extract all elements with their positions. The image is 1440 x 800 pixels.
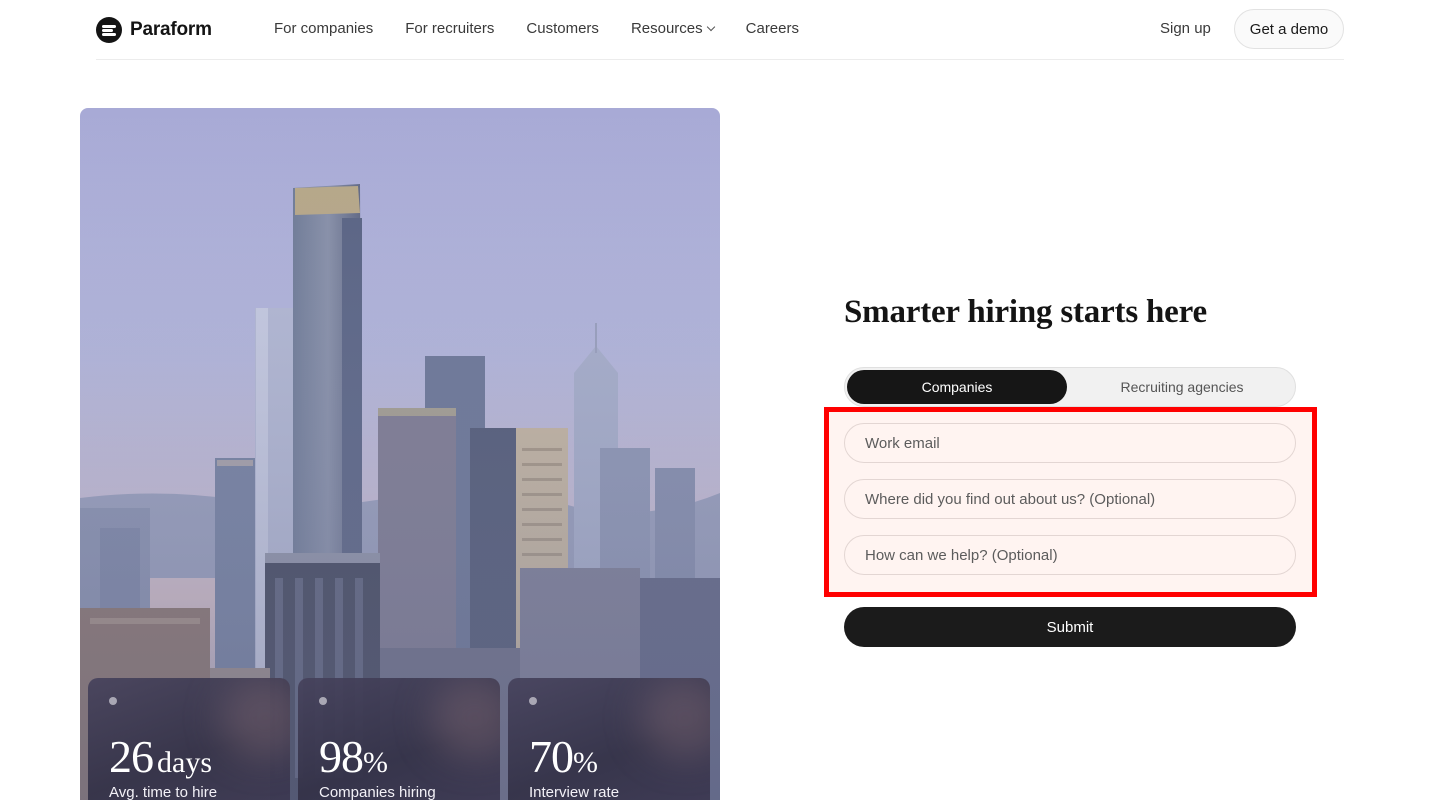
stat-value: 98% <box>319 731 388 782</box>
chevron-down-icon <box>706 22 715 32</box>
tab-recruiting-agencies[interactable]: Recruiting agencies <box>1071 370 1293 404</box>
nav-link-customers[interactable]: Customers <box>526 20 599 37</box>
brand-logo[interactable]: Paraform <box>96 17 212 43</box>
bullet-dot-icon <box>319 697 327 705</box>
nav-dropdown-resources[interactable]: Resources <box>630 20 715 37</box>
nav-links: For companies For recruiters Customers R… <box>274 20 799 37</box>
top-nav: Paraform For companies For recruiters Cu… <box>96 0 1344 60</box>
get-a-demo-button[interactable]: Get a demo <box>1234 9 1344 49</box>
stat-label: Companies hiring <box>319 784 436 800</box>
nav-link-for-companies[interactable]: For companies <box>274 20 373 37</box>
how-can-we-help-input[interactable] <box>844 535 1296 575</box>
stat-card-interview-rate: 70% Interview rate <box>508 678 710 800</box>
referral-source-input[interactable] <box>844 479 1296 519</box>
stat-card-companies-hiring: 98% Companies hiring <box>298 678 500 800</box>
nav-link-resources-label: Resources <box>630 20 703 37</box>
stat-value: 26 days <box>109 731 212 782</box>
nav-link-for-recruiters[interactable]: For recruiters <box>405 20 494 37</box>
bullet-dot-icon <box>529 697 537 705</box>
brand-name: Paraform <box>130 19 212 40</box>
page-title: Smarter hiring starts here <box>844 294 1207 330</box>
nav-link-careers[interactable]: Careers <box>746 20 799 37</box>
audience-toggle: Companies Recruiting agencies <box>844 367 1296 407</box>
work-email-input[interactable] <box>844 423 1296 463</box>
stat-label: Interview rate <box>529 784 620 800</box>
bullet-dot-icon <box>109 697 117 705</box>
paraform-logo-icon <box>96 17 122 43</box>
stat-label: Avg. time to hire <box>109 784 218 800</box>
stat-value: 70% <box>529 731 598 782</box>
tab-companies[interactable]: Companies <box>847 370 1067 404</box>
submit-button[interactable]: Submit <box>844 607 1296 647</box>
hero-city-image: 26 days Avg. time to hire 98% Companies h… <box>80 108 720 800</box>
stat-card-time-to-hire: 26 days Avg. time to hire <box>88 678 290 800</box>
sign-up-link[interactable]: Sign up <box>1160 20 1211 37</box>
